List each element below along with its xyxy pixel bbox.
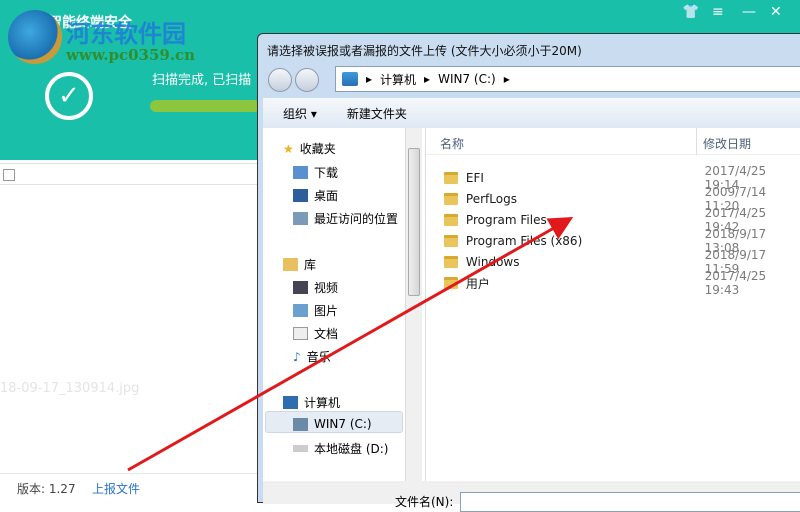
navigation-pane: ★ 收藏夹 下载 桌面 最近访问的位置 库 视频 图片 文档 ♪ 音乐 计算机 WI… [263, 128, 403, 481]
chevron-right-icon: ▸ [424, 72, 431, 86]
menu-icon[interactable]: ≡ [712, 4, 724, 20]
download-icon [293, 166, 308, 179]
music-icon: ♪ [293, 349, 301, 364]
nav-label: 下载 [314, 166, 339, 180]
dialog-toolbar: 组织 ▾ 新建文件夹 [263, 98, 800, 128]
version-label: 版本: 1.27 [17, 482, 76, 496]
nav-recent[interactable]: 最近访问的位置 [293, 210, 398, 227]
file-date: 2017/4/25 19:43 [704, 269, 767, 297]
column-headers: 名称 修改日期 [426, 128, 800, 155]
nav-music[interactable]: ♪ 音乐 [293, 348, 331, 365]
minimize-icon[interactable]: — [742, 4, 756, 20]
computer-icon [283, 396, 298, 409]
nav-label: 库 [304, 258, 317, 272]
file-name: Windows [465, 255, 520, 269]
nav-label: 收藏夹 [299, 142, 336, 156]
system-drive-icon [293, 417, 308, 431]
column-date[interactable]: 修改日期 [696, 128, 757, 155]
result-list-header [0, 163, 257, 185]
folder-icon [444, 256, 458, 268]
dialog-content: ★ 收藏夹 下载 桌面 最近访问的位置 库 视频 图片 文档 ♪ 音乐 计算机 WI… [263, 128, 800, 481]
file-list: 名称 修改日期 EFI 2017/4/25 19:14 PerfLogs 2009/7… [425, 128, 800, 481]
watermark-logo [8, 10, 62, 64]
address-bar[interactable]: ▸ 计算机 ▸ WIN7 (C:) ▸ [335, 66, 800, 92]
skin-icon[interactable]: 👕 [682, 4, 699, 20]
scrollbar-thumb[interactable] [408, 148, 420, 296]
file-open-dialog: 请选择被误报或者漏报的文件上传 (文件大小必须小于20M) ▸ 计算机 ▸ WI… [257, 33, 800, 512]
drive-icon [293, 445, 308, 452]
nav-desktop[interactable]: 桌面 [293, 187, 338, 204]
scan-status: 扫描完成, 已扫描 [152, 73, 252, 88]
nav-favorites[interactable]: ★ 收藏夹 [283, 140, 336, 157]
nav-label: 音乐 [306, 350, 331, 364]
file-name: EFI [465, 171, 484, 185]
checkmark-icon: ✓ [45, 72, 93, 120]
nav-pictures[interactable]: 图片 [293, 302, 338, 319]
app-footer: 版本: 1.27 上报文件 [0, 473, 257, 500]
file-name: 用户 [465, 276, 490, 291]
filename-label: 文件名(N): [395, 495, 454, 509]
nav-computer[interactable]: 计算机 [283, 394, 340, 411]
folder-icon [444, 277, 458, 289]
breadcrumb-computer[interactable]: 计算机 [380, 71, 416, 88]
folder-icon [444, 172, 458, 184]
nav-scrollbar[interactable] [405, 128, 422, 481]
document-icon [293, 327, 308, 340]
nav-label: 最近访问的位置 [314, 212, 399, 226]
folder-icon [444, 214, 458, 226]
upload-file-link[interactable]: 上报文件 [92, 480, 140, 497]
nav-label: 图片 [314, 304, 339, 318]
column-name[interactable]: 名称 [440, 135, 464, 152]
recent-icon [293, 212, 308, 225]
file-name: PerfLogs [465, 192, 517, 206]
nav-videos[interactable]: 视频 [293, 279, 338, 296]
nav-libraries[interactable]: 库 [283, 256, 316, 273]
desktop-icon [293, 189, 308, 202]
nav-drive-d[interactable]: 本地磁盘 (D:) [293, 440, 388, 457]
back-button[interactable] [268, 68, 292, 92]
filename-input[interactable] [460, 492, 800, 512]
organize-button[interactable]: 组织 ▾ [283, 105, 317, 122]
forward-button[interactable] [295, 68, 319, 92]
picture-icon [293, 304, 308, 317]
nav-drive-c[interactable]: WIN7 (C:) [293, 417, 372, 431]
chevron-right-icon: ▸ [503, 72, 510, 86]
watermark-url: www.pc0359.cn [66, 46, 196, 64]
file-name: Program Files (x86) [465, 234, 583, 248]
faded-file-name: 18-09-17_130914.jpg [0, 381, 140, 396]
chevron-right-icon: ▸ [366, 72, 373, 86]
breadcrumb-drive-c[interactable]: WIN7 (C:) [438, 72, 496, 86]
watermark-name: 河东软件园 [66, 19, 186, 48]
nav-downloads[interactable]: 下载 [293, 164, 338, 181]
nav-label: 计算机 [304, 396, 341, 410]
nav-label: 文档 [314, 327, 339, 341]
folder-icon [444, 235, 458, 247]
close-icon[interactable]: ✕ [770, 4, 782, 20]
select-all-checkbox[interactable] [3, 169, 15, 181]
nav-label: 桌面 [314, 189, 339, 203]
nav-label: 视频 [314, 281, 339, 295]
folder-icon [444, 193, 458, 205]
scan-progress-bar [150, 100, 260, 112]
star-icon: ★ [283, 141, 294, 156]
library-icon [283, 258, 298, 271]
dialog-title: 请选择被误报或者漏报的文件上传 (文件大小必须小于20M) [267, 44, 582, 58]
nav-label: 本地磁盘 (D:) [314, 442, 389, 456]
dialog-bottom: 文件名(N): [263, 481, 800, 512]
file-row[interactable]: 用户 2017/4/25 19:43 [444, 269, 800, 297]
video-icon [293, 281, 308, 294]
new-folder-button[interactable]: 新建文件夹 [347, 105, 407, 122]
file-name: Program Files [465, 213, 547, 227]
nav-documents[interactable]: 文档 [293, 325, 338, 342]
nav-label: WIN7 (C:) [314, 417, 372, 431]
computer-icon [342, 72, 358, 86]
